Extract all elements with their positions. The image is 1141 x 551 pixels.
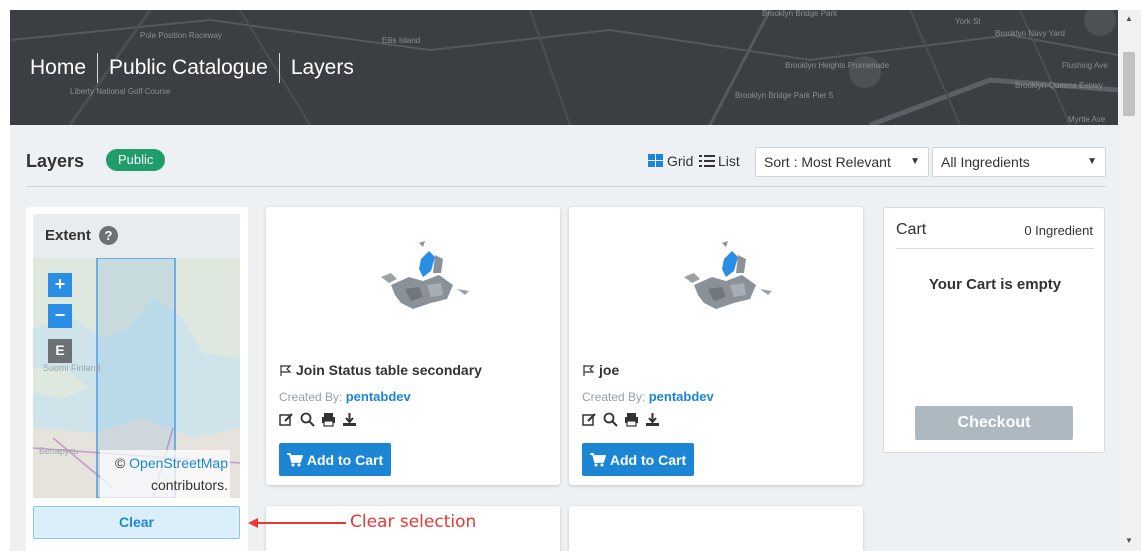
list-view-toggle[interactable]: List bbox=[699, 153, 740, 169]
grid-view-toggle[interactable]: Grid bbox=[648, 153, 693, 169]
add-to-cart-label: Add to Cart bbox=[306, 451, 384, 468]
zoom-to-extent-button[interactable]: E bbox=[48, 339, 72, 363]
extent-panel: Extent ? Suomi Finland Беларусь + − E © … bbox=[26, 207, 248, 551]
cart-count: 0 Ingredient bbox=[1024, 223, 1093, 238]
map-label: Беларусь bbox=[39, 446, 79, 456]
ingredients-select-value: All Ingredients bbox=[941, 154, 1030, 170]
list-icon bbox=[699, 155, 715, 167]
hero-map-label: York St bbox=[955, 17, 981, 26]
hero-map-label: Myrtle Ave bbox=[1068, 115, 1106, 124]
cart-empty-message: Your Cart is empty bbox=[928, 276, 1062, 293]
public-badge: Public bbox=[106, 149, 166, 171]
list-label: List bbox=[718, 153, 740, 169]
clear-button[interactable]: Clear bbox=[33, 506, 240, 539]
card-created-by: Created By: pentabdev bbox=[279, 389, 411, 404]
search-icon[interactable] bbox=[603, 412, 618, 427]
add-to-cart-button[interactable]: Add to Cart bbox=[279, 443, 391, 476]
hero-map-label: Brooklyn Navy Yard bbox=[995, 29, 1065, 38]
layer-card bbox=[569, 506, 863, 551]
chevron-down-icon: ▼ bbox=[910, 156, 920, 167]
edit-icon[interactable] bbox=[279, 412, 294, 427]
layer-card: joe Created By: pentabdev Add to Cart bbox=[569, 207, 863, 485]
attribution-symbol: © bbox=[114, 455, 126, 471]
layer-card: Join Status table secondary Created By: … bbox=[266, 207, 560, 485]
card-title-text: joe bbox=[599, 362, 620, 378]
annotation-arrow-icon bbox=[248, 518, 346, 528]
annotation-label: Clear selection bbox=[350, 512, 477, 532]
scroll-down-icon[interactable]: ▼ bbox=[1125, 536, 1133, 545]
extent-map[interactable]: Suomi Finland Беларусь + − E © OpenStree… bbox=[33, 258, 240, 498]
cart-icon bbox=[286, 452, 303, 466]
created-by-label: Created By: bbox=[279, 390, 343, 404]
page: Pole Position Raceway Ellis Island Liber… bbox=[10, 10, 1118, 551]
scrollbar-thumb[interactable] bbox=[1123, 52, 1135, 116]
hero-map-label: Liberty National Golf Course bbox=[70, 87, 171, 96]
attribution-text: contributors. bbox=[150, 477, 228, 493]
card-actions bbox=[582, 412, 660, 427]
download-icon[interactable] bbox=[645, 412, 660, 427]
extent-title: Extent bbox=[45, 227, 91, 244]
card-created-by: Created By: pentabdev bbox=[582, 389, 714, 404]
sort-select-value: Sort : Most Relevant bbox=[764, 154, 891, 170]
cart-divider bbox=[896, 248, 1094, 249]
hero-map-label: Brooklyn Bridge Park bbox=[762, 10, 838, 18]
grid-icon bbox=[648, 154, 663, 167]
zoom-out-button[interactable]: − bbox=[48, 304, 72, 328]
hero-map-label: Brooklyn-Queens Expwy bbox=[1015, 81, 1103, 90]
checkout-button[interactable]: Checkout bbox=[915, 406, 1073, 440]
cart-panel: Cart 0 Ingredient Your Cart is empty Che… bbox=[883, 207, 1105, 453]
zoom-in-button[interactable]: + bbox=[48, 273, 72, 297]
map-attribution: © OpenStreetMap contributors. bbox=[100, 450, 230, 498]
card-title[interactable]: joe bbox=[582, 362, 619, 378]
sort-select[interactable]: Sort : Most Relevant ▼ bbox=[755, 147, 929, 177]
page-title: Layers bbox=[26, 151, 85, 171]
openstreetmap-link[interactable]: OpenStreetMap bbox=[129, 455, 228, 471]
cart-title: Cart bbox=[896, 221, 927, 238]
hero-banner: Pole Position Raceway Ellis Island Liber… bbox=[10, 10, 1118, 125]
breadcrumb: Home Public Catalogue Layers bbox=[30, 53, 365, 83]
card-actions bbox=[279, 412, 357, 427]
cart-icon bbox=[589, 452, 606, 466]
toolbar-divider bbox=[26, 186, 1106, 187]
breadcrumb-layers: Layers bbox=[278, 53, 365, 83]
search-icon[interactable] bbox=[300, 412, 315, 427]
layer-thumbnail bbox=[381, 241, 469, 309]
hero-map-label: Pole Position Raceway bbox=[140, 31, 222, 40]
flag-icon bbox=[583, 364, 595, 376]
author-link[interactable]: pentabdev bbox=[346, 389, 411, 404]
map-label: Suomi Finland bbox=[43, 363, 101, 373]
add-to-cart-label: Add to Cart bbox=[609, 451, 687, 468]
breadcrumb-public-catalogue[interactable]: Public Catalogue bbox=[97, 53, 279, 83]
edit-icon[interactable] bbox=[582, 412, 597, 427]
layer-thumbnail bbox=[684, 241, 772, 309]
breadcrumb-home[interactable]: Home bbox=[30, 53, 97, 83]
extent-header: Extent ? bbox=[33, 214, 240, 258]
flag-icon bbox=[280, 364, 292, 376]
hero-map-label: Flushing Ave bbox=[1062, 61, 1108, 70]
print-icon[interactable] bbox=[624, 412, 639, 427]
author-link[interactable]: pentabdev bbox=[649, 389, 714, 404]
card-title-text: Join Status table secondary bbox=[296, 362, 482, 378]
chevron-down-icon: ▼ bbox=[1087, 156, 1097, 167]
download-icon[interactable] bbox=[342, 412, 357, 427]
card-title[interactable]: Join Status table secondary bbox=[279, 362, 482, 378]
print-icon[interactable] bbox=[321, 412, 336, 427]
hero-map-label: Brooklyn Bridge Park Pier 5 bbox=[735, 91, 834, 100]
scroll-up-icon[interactable]: ▲ bbox=[1125, 14, 1133, 23]
vertical-scrollbar[interactable]: ▲ ▼ bbox=[1118, 10, 1141, 551]
created-by-label: Created By: bbox=[582, 390, 646, 404]
grid-label: Grid bbox=[667, 153, 694, 169]
ingredients-select[interactable]: All Ingredients ▼ bbox=[932, 147, 1106, 177]
hero-map-label: Ellis Island bbox=[382, 36, 420, 45]
hero-map-label: Brooklyn Heights Promenade bbox=[785, 61, 890, 70]
add-to-cart-button[interactable]: Add to Cart bbox=[582, 443, 694, 476]
help-icon[interactable]: ? bbox=[99, 226, 118, 245]
